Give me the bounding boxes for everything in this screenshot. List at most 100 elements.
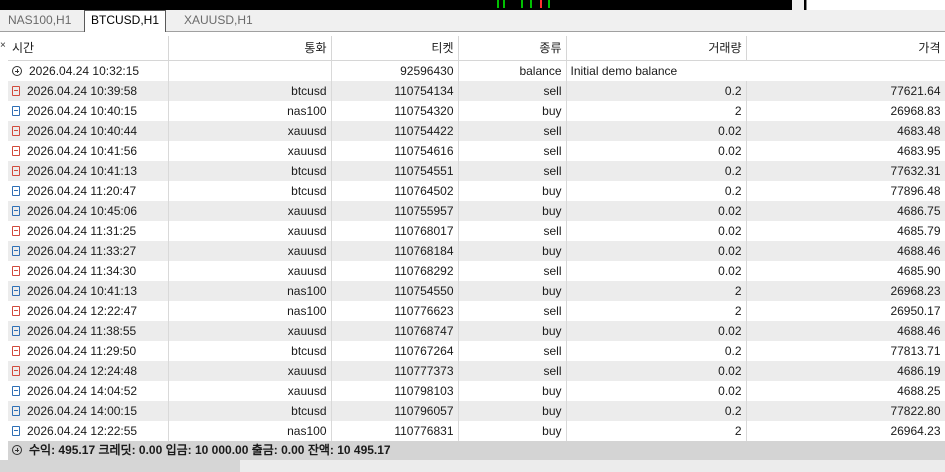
cell-ticket: 110754320 (331, 101, 459, 121)
column-header-ticket[interactable]: 티켓 (331, 36, 459, 61)
cell-type: buy (458, 381, 567, 401)
cell-symbol: xauusd (168, 141, 332, 161)
cell-symbol: nas100 (168, 101, 332, 121)
cell-time: 2026.04.24 14:00:15 (27, 404, 138, 418)
buy-deal-icon (12, 206, 20, 216)
cell-time: 2026.04.24 11:31:25 (27, 224, 137, 238)
table-row[interactable]: 2026.04.24 10:41:13 btcusd 110754551 sell 0.… (8, 161, 945, 181)
chart-price-panel (806, 0, 945, 10)
cell-volume: 2 (566, 281, 747, 301)
table-row[interactable]: 2026.04.24 10:41:13 nas100 110754550 buy 2 26… (8, 281, 945, 301)
table-row[interactable]: 2026.04.24 12:24:48 xauusd 110777373 sell 0.… (8, 361, 945, 381)
cell-type: sell (458, 261, 567, 281)
column-header-type[interactable]: 종류 (458, 36, 567, 61)
sell-deal-icon (12, 366, 20, 376)
buy-deal-icon (12, 286, 20, 296)
cell-symbol: xauusd (168, 241, 332, 261)
cell-price: 26964.23 (746, 421, 945, 441)
cell-type: buy (458, 201, 567, 221)
cell-type: sell (458, 121, 567, 141)
cell-ticket: 110776623 (331, 301, 459, 321)
cell-time: 2026.04.24 14:04:52 (27, 384, 138, 398)
column-header-symbol[interactable]: 통화 (168, 36, 332, 61)
cell-time: 2026.04.24 10:40:15 (27, 104, 138, 118)
chart-candle (540, 0, 542, 8)
cell-price: 4686.19 (746, 361, 945, 381)
cell-symbol: btcusd (168, 341, 332, 361)
table-row[interactable]: 2026.04.24 10:39:58 btcusd 110754134 sell 0.… (8, 81, 945, 101)
cell-type: sell (458, 81, 567, 101)
column-header-price[interactable]: 가격 (746, 36, 945, 61)
table-row[interactable]: 2026.04.24 11:29:50 btcusd 110767264 sell 0.… (8, 341, 945, 361)
column-header-time[interactable]: 시간 (8, 36, 169, 61)
tab-xauusd[interactable]: XAUUSD,H1 (178, 11, 259, 29)
cell-volume: 0.2 (566, 181, 747, 201)
table-row[interactable]: 2026.04.24 11:38:55 xauusd 110768747 buy 0.0… (8, 321, 945, 341)
plus-circle-icon[interactable] (12, 66, 22, 76)
table-row[interactable]: 2026.04.24 11:34:30 xauusd 110768292 sell 0.… (8, 261, 945, 281)
sell-deal-icon (12, 146, 20, 156)
table-row[interactable]: 2026.04.24 14:00:15 btcusd 110796057 buy 0.2… (8, 401, 945, 421)
plus-circle-icon[interactable] (12, 445, 22, 455)
buy-deal-icon (12, 326, 20, 336)
sell-deal-icon (12, 226, 20, 236)
chart-candle (503, 0, 505, 8)
cell-price: 77621.64 (746, 81, 945, 101)
cell-type: buy (458, 401, 567, 421)
cell-time: 2026.04.24 10:40:44 (27, 124, 138, 138)
table-row[interactable]: 2026.04.24 12:22:47 nas100 110776623 sell 2 2… (8, 301, 945, 321)
cell-type: buy (458, 181, 567, 201)
buy-deal-icon (12, 186, 20, 196)
close-icon[interactable]: × (0, 41, 6, 51)
cell-symbol: btcusd (168, 81, 332, 101)
cell-time: 2026.04.24 11:34:30 (27, 264, 137, 278)
tab-nas100[interactable]: NAS100,H1 (2, 11, 77, 29)
column-header-volume[interactable]: 거래량 (566, 36, 747, 61)
cell-ticket: 110754616 (331, 141, 459, 161)
chart-strip (0, 0, 945, 10)
table-row[interactable]: 2026.04.24 11:20:47 btcusd 110764502 buy 0.2… (8, 181, 945, 201)
cell-ticket: 110754550 (331, 281, 459, 301)
cell-time: 2026.04.24 11:33:27 (27, 244, 137, 258)
table-row[interactable]: 2026.04.24 10:45:06 xauusd 110755957 buy 0.0… (8, 201, 945, 221)
cell-symbol: xauusd (168, 261, 332, 281)
cell-time: 2026.04.24 10:45:06 (27, 204, 138, 218)
chart-scale-panel (792, 0, 804, 10)
summary-bar: 수익: 495.17 크레딧: 0.00 입금: 10 000.00 출금: 0… (8, 441, 945, 460)
cell-price: 4683.48 (746, 121, 945, 141)
cell-volume: 0.2 (566, 161, 747, 181)
table-row[interactable]: 2026.04.24 11:33:27 xauusd 110768184 buy 0.0… (8, 241, 945, 261)
bottom-strip (0, 460, 945, 472)
cell-price: 26950.17 (746, 301, 945, 321)
cell-price: 77632.31 (746, 161, 945, 181)
cell-ticket: 110777373 (331, 361, 459, 381)
cell-symbol: xauusd (168, 321, 332, 341)
table-row[interactable]: 2026.04.24 11:31:25 xauusd 110768017 sell 0.… (8, 221, 945, 241)
buy-deal-icon (12, 246, 20, 256)
chart-candle (521, 0, 523, 8)
chart-tabs: NAS100,H1 BTCUSD,H1 XAUUSD,H1 (0, 10, 945, 32)
cell-ticket: 110755957 (331, 201, 459, 221)
table-row[interactable]: 2026.04.24 10:40:15 nas100 110754320 buy 2 26… (8, 101, 945, 121)
cell-volume: 0.02 (566, 201, 747, 221)
table-header: 시간 통화 티켓 종류 거래량 가격 (8, 36, 945, 61)
table-row[interactable]: 2026.04.24 14:04:52 xauusd 110798103 buy 0.0… (8, 381, 945, 401)
cell-symbol: xauusd (168, 201, 332, 221)
cell-price: 4688.46 (746, 321, 945, 341)
table-row[interactable]: 2026.04.24 10:41:56 xauusd 110754616 sell 0.… (8, 141, 945, 161)
balance-row[interactable]: 2026.04.24 10:32:15 92596430 balance Ini… (8, 60, 945, 81)
cell-volume: 2 (566, 421, 747, 441)
summary-text: 수익: 495.17 크레딧: 0.00 입금: 10 000.00 출금: 0… (29, 443, 391, 457)
cell-price: 4688.25 (746, 381, 945, 401)
cell-symbol: nas100 (168, 421, 332, 441)
cell-symbol: nas100 (168, 301, 332, 321)
cell-time: 2026.04.24 12:22:47 (27, 304, 138, 318)
table-row[interactable]: 2026.04.24 10:40:44 xauusd 110754422 sell 0.… (8, 121, 945, 141)
cell-type: sell (458, 141, 567, 161)
tab-btcusd[interactable]: BTCUSD,H1 (84, 10, 167, 32)
cell-type: buy (458, 421, 567, 441)
table-row[interactable]: 2026.04.24 12:22:55 nas100 110776831 buy 2 26… (8, 421, 945, 441)
cell-volume: 0.02 (566, 221, 747, 241)
cell-ticket: 110768747 (331, 321, 459, 341)
cell-volume: 0.02 (566, 241, 747, 261)
